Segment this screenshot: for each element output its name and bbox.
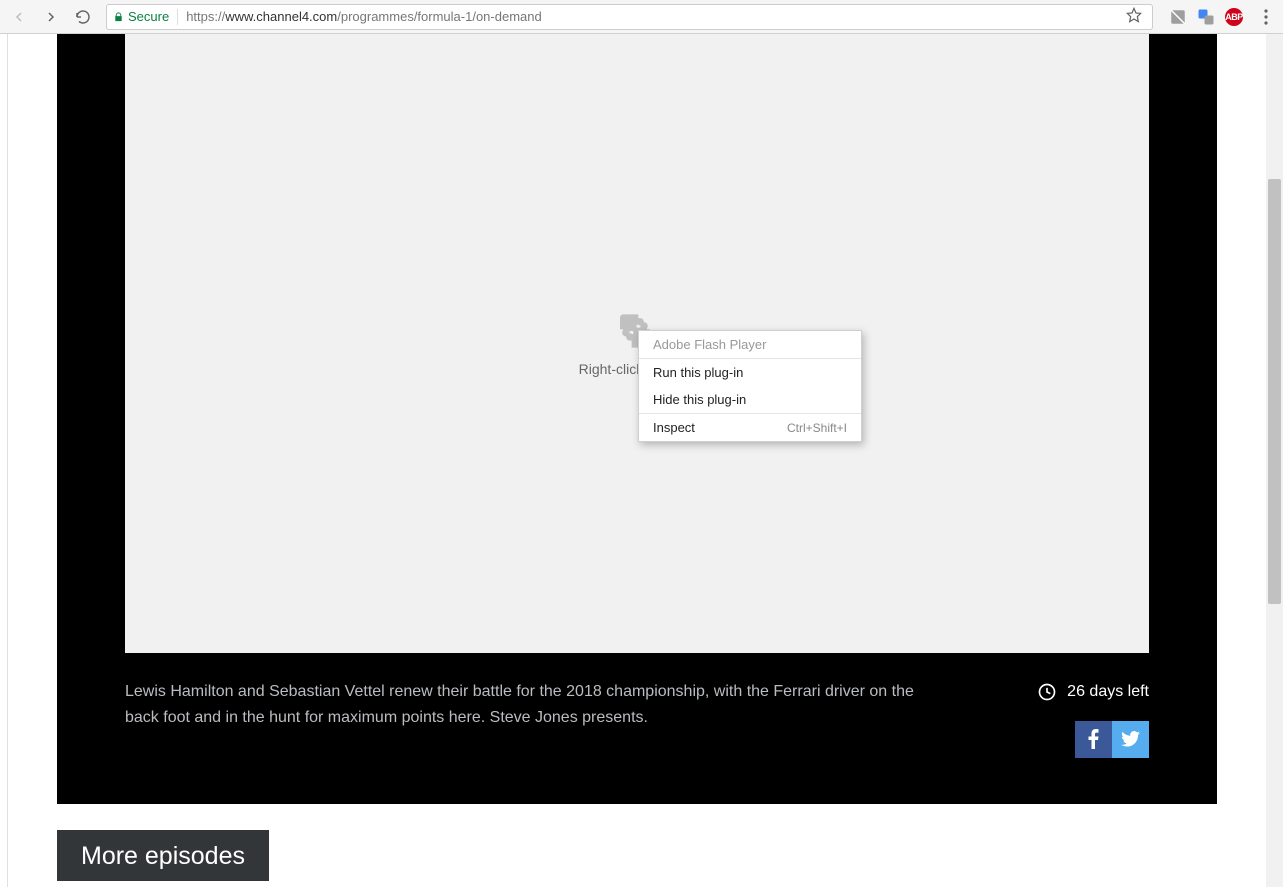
extension-icon[interactable] [1169,8,1187,26]
share-buttons [1075,721,1149,758]
days-left-text: 26 days left [1067,679,1149,705]
clock-icon [1037,682,1057,702]
below-area: More episodes Only show episodes I can p… [57,804,1217,887]
omnibox[interactable]: Secure https://www.channel4.com/programm… [106,4,1153,30]
browser-toolbar: Secure https://www.channel4.com/programm… [0,0,1283,34]
translate-extension-icon[interactable] [1197,8,1215,26]
forward-button[interactable] [38,4,64,30]
share-facebook-button[interactable] [1075,721,1112,758]
url-text: https://www.channel4.com/programmes/form… [186,9,542,24]
lock-icon [113,11,124,23]
days-left: 26 days left [1037,679,1149,705]
adblock-extension-icon[interactable]: ABP [1225,8,1243,26]
bookmark-star-icon[interactable] [1126,7,1142,26]
scrollbar-thumb[interactable] [1268,179,1281,604]
episode-description: Lewis Hamilton and Sebastian Vettel rene… [125,679,925,758]
facebook-icon [1088,729,1099,749]
context-menu-title: Adobe Flash Player [639,331,861,358]
context-menu-hide[interactable]: Hide this plug-in [639,386,861,413]
back-button[interactable] [6,4,32,30]
context-menu-shortcut: Ctrl+Shift+I [787,421,847,435]
scrollbar-track[interactable] [1266,34,1283,887]
secure-text: Secure [128,9,169,24]
twitter-icon [1121,731,1140,747]
meta-row: Lewis Hamilton and Sebastian Vettel rene… [125,653,1149,758]
page-viewport: Right-click to run A Lewis Hamilton and … [0,34,1283,887]
context-menu-run[interactable]: Run this plug-in [639,359,861,386]
left-gutter [0,34,8,887]
video-section: Right-click to run A Lewis Hamilton and … [57,34,1217,804]
omnibox-separator [177,9,178,25]
share-twitter-button[interactable] [1112,721,1149,758]
content-column: Right-click to run A Lewis Hamilton and … [8,34,1266,887]
video-player[interactable]: Right-click to run A [125,34,1149,653]
reload-button[interactable] [70,4,96,30]
context-menu: Adobe Flash Player Run this plug-in Hide… [638,330,862,442]
context-menu-inspect[interactable]: Inspect Ctrl+Shift+I [639,414,861,441]
more-episodes-heading: More episodes [57,830,269,881]
browser-menu-button[interactable] [1255,6,1277,28]
secure-badge: Secure [113,9,169,24]
extension-icons: ABP [1169,8,1243,26]
meta-right: 26 days left [1037,679,1149,758]
